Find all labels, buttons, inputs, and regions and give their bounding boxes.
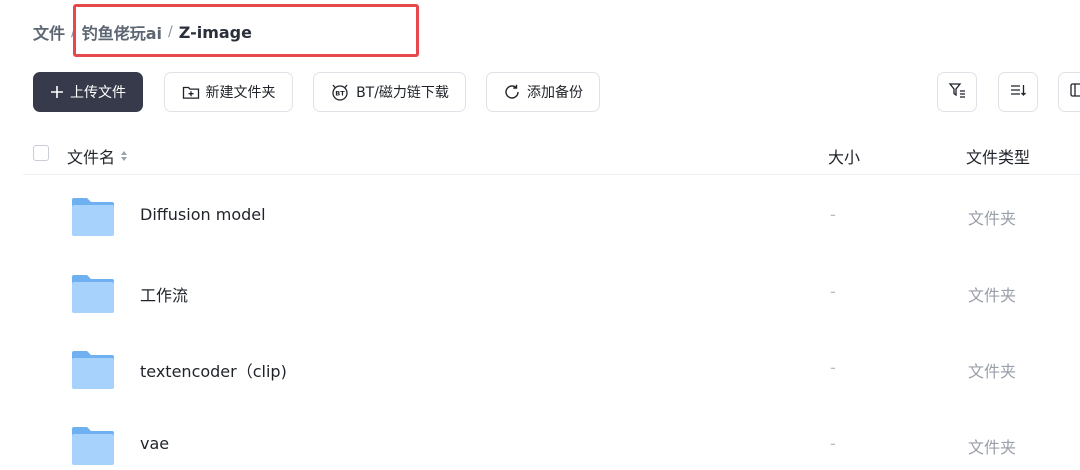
select-all-checkbox[interactable] — [33, 145, 49, 161]
table-row[interactable]: vae - 文件夹 — [23, 407, 1080, 470]
plus-icon — [50, 85, 64, 99]
breadcrumb-separator: / — [71, 24, 76, 40]
table-row[interactable]: Diffusion model - 文件夹 — [23, 178, 1080, 254]
column-header-name-label: 文件名 — [67, 148, 116, 167]
new-folder-icon — [182, 84, 200, 100]
sort-caret-icon[interactable] — [120, 150, 128, 162]
file-name[interactable]: Diffusion model — [140, 205, 266, 224]
view-toggle-button[interactable] — [1058, 72, 1080, 112]
folder-icon — [70, 196, 116, 238]
breadcrumb-item-parent[interactable]: 钓鱼佬玩ai — [82, 20, 162, 44]
folder-icon — [70, 349, 116, 391]
filter-button[interactable] — [937, 72, 977, 112]
file-type: 文件夹 — [968, 286, 1017, 305]
folder-icon — [70, 425, 116, 467]
new-folder-label: 新建文件夹 — [205, 85, 276, 101]
table-header: 文件名 大小 文件类型 — [23, 136, 1080, 175]
file-name[interactable]: 工作流 — [140, 282, 188, 306]
svg-text:BT: BT — [335, 90, 345, 98]
bt-magnet-download-button[interactable]: BT BT/磁力链下载 — [313, 72, 466, 112]
file-size: - — [830, 282, 836, 301]
folder-icon — [70, 273, 116, 315]
table-row[interactable]: 工作流 - 文件夹 — [23, 255, 1080, 331]
bt-icon: BT — [330, 83, 350, 101]
column-header-name[interactable]: 文件名 — [67, 144, 128, 168]
sync-icon — [503, 83, 521, 101]
new-folder-button[interactable]: 新建文件夹 — [164, 72, 293, 112]
breadcrumb-separator: / — [168, 24, 173, 40]
breadcrumb: 文件 / 钓鱼佬玩ai / Z-image — [33, 20, 252, 44]
bt-magnet-download-label: BT/磁力链下载 — [356, 85, 449, 101]
sort-list-icon — [1009, 81, 1027, 103]
file-type: 文件夹 — [968, 362, 1017, 381]
breadcrumb-item-current: Z-image — [178, 22, 252, 42]
file-size: - — [830, 205, 836, 224]
file-name[interactable]: textencoder（clip) — [140, 358, 287, 382]
filter-icon — [948, 81, 966, 103]
file-manager-page: 文件 / 钓鱼佬玩ai / Z-image 上传文件 新建文件夹 BT BT/磁… — [0, 0, 1080, 470]
file-size: - — [830, 358, 836, 377]
add-backup-button[interactable]: 添加备份 — [486, 72, 600, 112]
upload-file-button[interactable]: 上传文件 — [33, 72, 143, 112]
sort-button[interactable] — [998, 72, 1038, 112]
column-header-size[interactable]: 大小 — [828, 144, 860, 168]
file-type: 文件夹 — [968, 438, 1017, 457]
table-row[interactable]: textencoder（clip) - 文件夹 — [23, 331, 1080, 407]
breadcrumb-item-root[interactable]: 文件 — [33, 20, 65, 44]
upload-file-label: 上传文件 — [70, 85, 126, 101]
column-header-type[interactable]: 文件类型 — [966, 144, 1030, 168]
layout-icon — [1069, 81, 1080, 103]
file-type: 文件夹 — [968, 209, 1017, 228]
file-name[interactable]: vae — [140, 434, 169, 453]
add-backup-label: 添加备份 — [527, 85, 583, 101]
file-size: - — [830, 434, 836, 453]
